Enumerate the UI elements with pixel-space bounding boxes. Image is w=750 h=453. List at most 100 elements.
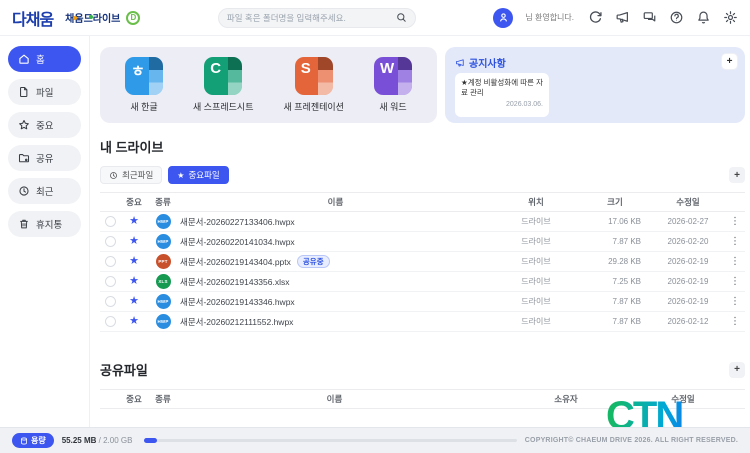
user-avatar[interactable] xyxy=(493,8,513,28)
storage-button[interactable]: 용량 xyxy=(12,433,54,448)
person-icon xyxy=(498,12,509,23)
row-checkbox[interactable] xyxy=(105,296,116,307)
logout-icon[interactable] xyxy=(588,10,603,25)
table-row[interactable]: ★ XLS 새문서-20260219143356.xlsx 드라이브 7.25 … xyxy=(100,272,745,292)
app-logo[interactable]: 다채움 채움드라이브 D xyxy=(12,6,140,30)
notice-item-text: ★계정 비활성화에 따른 자료 관리 xyxy=(461,78,543,98)
sidebar-item-trash[interactable]: 휴지통 xyxy=(8,211,81,237)
shortcut-label: 새 스프레드시트 xyxy=(193,100,253,113)
row-checkbox[interactable] xyxy=(105,216,116,227)
hwp-file-icon: HWP xyxy=(156,234,171,249)
bell-icon[interactable] xyxy=(696,10,711,25)
megaphone-icon[interactable] xyxy=(615,10,630,25)
sidebar-item-important[interactable]: 중요 xyxy=(8,112,81,138)
file-size: 7.25 KB xyxy=(579,277,651,286)
storage-total: 2.00 GB xyxy=(103,436,132,445)
my-drive-section: 내 드라이브 최근파일 ★중요파일 + 중요 종류 이름 위치 크기 수정일 xyxy=(100,137,745,332)
shortcut-label: 새 프레젠테이션 xyxy=(284,100,344,113)
sidebar: 홈 파일 중요 공유 최근 휴지통 xyxy=(0,36,90,427)
star-icon[interactable]: ★ xyxy=(120,276,148,287)
col-modified: 수정일 xyxy=(651,196,725,208)
row-checkbox[interactable] xyxy=(105,236,116,247)
main-content: ㅎ 새 한글 C 새 스프레드시트 S 새 프레젠테이션 W 새 워드 xyxy=(90,36,750,427)
table-header: 중요 종류 이름 위치 크기 수정일 xyxy=(100,192,745,212)
kebab-menu-icon[interactable]: ⋮ xyxy=(725,256,745,267)
help-icon[interactable] xyxy=(669,10,684,25)
notice-more-button[interactable]: + xyxy=(722,54,737,69)
kebab-menu-icon[interactable]: ⋮ xyxy=(725,236,745,247)
settings-icon[interactable] xyxy=(723,10,738,25)
search-icon[interactable] xyxy=(396,12,407,23)
sidebar-item-shared[interactable]: 공유 xyxy=(8,145,81,171)
welcome-text: 님 환영합니다. xyxy=(525,12,574,23)
kebab-menu-icon[interactable]: ⋮ xyxy=(725,316,745,327)
file-name[interactable]: 새문서-20260227133406.hwpx xyxy=(180,216,295,228)
file-name[interactable]: 새문서-20260220141034.hwpx xyxy=(180,236,295,248)
file-name[interactable]: 새문서-20260212111552.hwpx xyxy=(180,316,293,328)
sidebar-item-home[interactable]: 홈 xyxy=(8,46,81,72)
row-checkbox[interactable] xyxy=(105,276,116,287)
col-owner: 소유자 xyxy=(491,393,641,405)
star-icon[interactable]: ★ xyxy=(120,236,148,247)
file-name[interactable]: 새문서-20260219143404.pptx xyxy=(180,256,291,268)
my-drive-title: 내 드라이브 xyxy=(100,137,745,156)
my-drive-more-button[interactable]: + xyxy=(729,167,745,183)
storage-used: 55.25 MB xyxy=(62,436,97,445)
star-icon[interactable]: ★ xyxy=(120,256,148,267)
copyright-text: COPYRIGHT© CHAEUM DRIVE 2026. ALL RIGHT … xyxy=(525,437,738,444)
file-location: 드라이브 xyxy=(493,316,579,327)
table-row[interactable]: ★ HWP 새문서-20260219143346.hwpx 드라이브 7.87 … xyxy=(100,292,745,312)
megaphone-icon xyxy=(455,58,465,68)
file-name[interactable]: 새문서-20260219143346.hwpx xyxy=(180,296,295,308)
shortcut-label: 새 워드 xyxy=(379,100,406,113)
notice-title: 공지사항 xyxy=(455,55,735,70)
recent-files-chip[interactable]: 최근파일 xyxy=(100,166,162,184)
col-name: 이름 xyxy=(178,393,491,405)
table-row[interactable]: ★ PPT 새문서-20260219143404.pptx공유중 드라이브 29… xyxy=(100,252,745,272)
file-date: 2026-02-19 xyxy=(651,297,725,306)
kebab-menu-icon[interactable]: ⋮ xyxy=(725,276,745,287)
search-area xyxy=(140,8,493,28)
table-row[interactable]: ★ HWP 새문서-20260227133406.hwpx 드라이브 17.06… xyxy=(100,212,745,232)
file-size: 7.87 KB xyxy=(579,297,651,306)
file-location: 드라이브 xyxy=(493,216,579,227)
row-checkbox[interactable] xyxy=(105,256,116,267)
storage-icon xyxy=(20,437,28,445)
new-presentation-button[interactable]: S 새 프레젠테이션 xyxy=(284,57,344,113)
kebab-menu-icon[interactable]: ⋮ xyxy=(725,216,745,227)
notice-item[interactable]: ★계정 비활성화에 따른 자료 관리 2026.03.06. xyxy=(455,73,549,117)
shared-more-button[interactable]: + xyxy=(729,362,745,378)
new-spreadsheet-button[interactable]: C 새 스프레드시트 xyxy=(193,57,253,113)
table-row[interactable]: ★ HWP 새문서-20260220141034.hwpx 드라이브 7.87 … xyxy=(100,232,745,252)
table-header: 중요 종류 이름 소유자 수정일 xyxy=(100,389,745,409)
star-icon[interactable]: ★ xyxy=(120,216,148,227)
chat-icon[interactable] xyxy=(642,10,657,25)
presentation-doc-icon: S xyxy=(295,57,333,95)
file-location: 드라이브 xyxy=(493,236,579,247)
file-size: 17.06 KB xyxy=(579,217,651,226)
file-location: 드라이브 xyxy=(493,276,579,287)
shared-files-table: 중요 종류 이름 소유자 수정일 xyxy=(100,389,745,409)
col-type: 종류 xyxy=(148,393,178,405)
file-date: 2026-02-20 xyxy=(651,237,725,246)
col-type: 종류 xyxy=(148,196,178,208)
recent-icon xyxy=(18,185,30,197)
sidebar-item-recent[interactable]: 최근 xyxy=(8,178,81,204)
shared-files-title: 공유파일 xyxy=(100,360,148,379)
table-row[interactable]: ★ HWP 새문서-20260212111552.hwpx 드라이브 7.87 … xyxy=(100,312,745,332)
star-icon[interactable]: ★ xyxy=(120,316,148,327)
chaeum-drive-app: 다채움 채움드라이브 D 님 환영합니다. 홈 파일 중요 xyxy=(0,0,750,453)
new-word-button[interactable]: W 새 워드 xyxy=(374,57,412,113)
search-input[interactable] xyxy=(227,13,396,23)
star-icon[interactable]: ★ xyxy=(120,296,148,307)
row-checkbox[interactable] xyxy=(105,316,116,327)
sidebar-item-label: 최근 xyxy=(36,184,53,198)
file-name[interactable]: 새문서-20260219143356.xlsx xyxy=(180,276,289,288)
col-modified: 수정일 xyxy=(641,393,725,405)
hwp-file-icon: HWP xyxy=(156,314,171,329)
kebab-menu-icon[interactable]: ⋮ xyxy=(725,296,745,307)
sidebar-item-files[interactable]: 파일 xyxy=(8,79,81,105)
important-files-chip[interactable]: ★중요파일 xyxy=(168,166,228,184)
new-hangul-button[interactable]: ㅎ 새 한글 xyxy=(125,57,163,113)
search-box[interactable] xyxy=(218,8,416,28)
